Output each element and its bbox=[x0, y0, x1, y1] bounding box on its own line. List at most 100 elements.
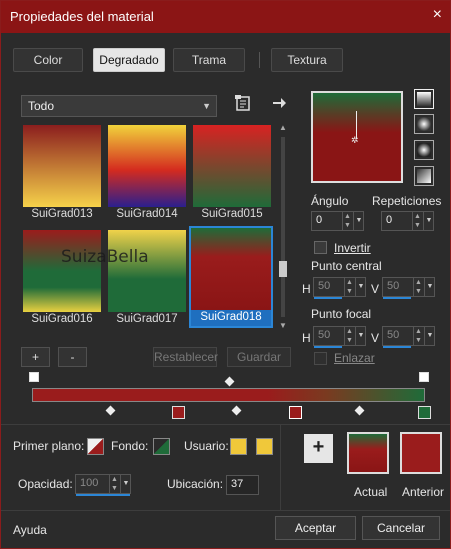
invert-label: Invertir bbox=[334, 241, 371, 255]
gradient-name: SuiGrad014 bbox=[116, 208, 178, 220]
transparency-midpoint-handle[interactable] bbox=[224, 376, 235, 387]
divider bbox=[280, 425, 281, 510]
gradient-swatch bbox=[108, 230, 186, 312]
angle-spinner[interactable]: 0 ▲ ▼ ▼ bbox=[311, 211, 364, 231]
add-gradient-button[interactable]: + bbox=[21, 347, 50, 367]
close-icon[interactable]: × bbox=[433, 6, 442, 24]
chevron-down-icon[interactable]: ▼ bbox=[424, 278, 435, 296]
repeats-spinner[interactable]: 0 ▲ ▼ ▼ bbox=[381, 211, 434, 231]
center-h-stepper-icon[interactable]: ▲ ▼ bbox=[344, 278, 354, 296]
color-stop-red[interactable] bbox=[172, 406, 185, 419]
gradient-name: SuiGrad018 bbox=[200, 311, 262, 323]
ok-button[interactable]: Aceptar bbox=[275, 516, 356, 540]
color-stop-red-2[interactable] bbox=[289, 406, 302, 419]
sunburst-style-button[interactable] bbox=[414, 166, 434, 186]
gradient-name: SuiGrad013 bbox=[31, 208, 93, 220]
arrow-right-icon[interactable] bbox=[271, 95, 287, 114]
center-v-label: V bbox=[371, 282, 380, 296]
transparency-stop-end[interactable] bbox=[419, 372, 429, 382]
foreground-swatch[interactable] bbox=[87, 438, 104, 455]
scroll-track[interactable] bbox=[281, 137, 285, 317]
chevron-down-icon[interactable]: ▼ bbox=[424, 327, 435, 345]
focal-h-label: H bbox=[302, 331, 311, 345]
gradient-category-select[interactable]: Todo ▼ bbox=[21, 95, 217, 117]
center-h-label: H bbox=[302, 282, 311, 296]
divider bbox=[1, 510, 450, 511]
current-label: Actual bbox=[354, 485, 388, 499]
gradient-item-suigrad015[interactable]: SuiGrad015 bbox=[191, 123, 273, 225]
opacity-spinner[interactable]: 100 ▲ ▼ ▼ bbox=[75, 474, 131, 496]
gradient-file-icon[interactable] bbox=[235, 95, 251, 114]
center-v-spinner[interactable]: 50 ▲ ▼ ▼ bbox=[382, 277, 435, 299]
chevron-down-icon[interactable]: ▼ bbox=[353, 212, 364, 230]
gradient-preview[interactable]: ✲ bbox=[311, 91, 403, 183]
location-label: Ubicación: bbox=[167, 477, 224, 491]
center-h-spinner[interactable]: 50 ▲ ▼ ▼ bbox=[313, 277, 366, 299]
chevron-down-icon[interactable]: ▼ bbox=[355, 327, 366, 345]
linear-style-button[interactable] bbox=[414, 89, 434, 109]
focal-v-label: V bbox=[371, 331, 380, 345]
tab-pattern[interactable]: Trama bbox=[173, 48, 245, 72]
gradient-item-suigrad014[interactable]: SuiGrad014 bbox=[106, 123, 188, 225]
center-v-stepper-icon[interactable]: ▲ ▼ bbox=[413, 278, 423, 296]
cancel-button[interactable]: Cancelar bbox=[362, 516, 440, 540]
location-field[interactable]: 37 bbox=[226, 475, 259, 495]
focal-v-spinner[interactable]: 50 ▲ ▼ ▼ bbox=[382, 326, 435, 348]
angle-value: 0 bbox=[316, 214, 323, 226]
link-checkbox[interactable] bbox=[314, 352, 327, 365]
gradient-list-scrollbar[interactable]: ▲ ▼ bbox=[277, 123, 289, 333]
angle-label: Ángulo bbox=[311, 194, 349, 208]
watermark-text: SuizaBella bbox=[61, 247, 149, 267]
chevron-down-icon[interactable]: ▼ bbox=[355, 278, 366, 296]
add-to-swatches-button[interactable]: + bbox=[304, 434, 333, 463]
repeats-stepper-icon[interactable]: ▲ ▼ bbox=[412, 212, 422, 230]
background-swatch[interactable] bbox=[153, 438, 170, 455]
focal-h-spinner[interactable]: 50 ▲ ▼ ▼ bbox=[313, 326, 366, 348]
tab-gradient[interactable]: Degradado bbox=[93, 48, 165, 72]
focal-v-stepper-icon[interactable]: ▲ ▼ bbox=[413, 327, 423, 345]
chevron-down-icon[interactable]: ▼ bbox=[120, 475, 131, 493]
previous-material-swatch[interactable] bbox=[400, 432, 442, 474]
tab-color[interactable]: Color bbox=[13, 48, 83, 72]
gradient-item-suigrad017[interactable]: SuiGrad017 bbox=[106, 228, 188, 330]
focal-v-value: 50 bbox=[387, 329, 400, 341]
transparency-stop-start[interactable] bbox=[29, 372, 39, 382]
scroll-down-icon[interactable]: ▼ bbox=[279, 321, 287, 330]
user-color-swatch[interactable] bbox=[230, 438, 247, 455]
reset-button[interactable]: Restablecer bbox=[153, 347, 218, 367]
color-midpoint-handle-1[interactable] bbox=[105, 405, 116, 416]
gradient-swatch bbox=[191, 228, 271, 310]
scroll-up-icon[interactable]: ▲ bbox=[279, 123, 287, 132]
category-select-value: Todo bbox=[28, 99, 55, 113]
gradient-swatch bbox=[193, 125, 271, 207]
window-title: Propiedades del material bbox=[10, 9, 154, 24]
gradient-item-suigrad018[interactable]: SuiGrad018 bbox=[189, 226, 273, 328]
center-v-level bbox=[383, 297, 411, 299]
invert-checkbox[interactable] bbox=[314, 241, 327, 254]
gradient-item-suigrad016[interactable]: SuiGrad016 bbox=[21, 228, 103, 330]
angle-stepper-icon[interactable]: ▲ ▼ bbox=[342, 212, 352, 230]
user-color-swatch-2[interactable] bbox=[256, 438, 273, 455]
center-h-value: 50 bbox=[318, 280, 331, 292]
rectangular-style-button[interactable] bbox=[414, 114, 434, 134]
gradient-ramp[interactable] bbox=[32, 388, 425, 402]
opacity-stepper-icon[interactable]: ▲ ▼ bbox=[109, 475, 119, 493]
radial-style-button[interactable] bbox=[414, 140, 434, 160]
tab-texture[interactable]: Textura bbox=[271, 48, 343, 72]
color-midpoint-handle-3[interactable] bbox=[354, 405, 365, 416]
chevron-down-icon[interactable]: ▼ bbox=[423, 212, 434, 230]
link-label: Enlazar bbox=[334, 351, 375, 365]
help-link[interactable]: Ayuda bbox=[13, 523, 47, 537]
remove-gradient-button[interactable]: - bbox=[58, 347, 87, 367]
scroll-thumb[interactable] bbox=[279, 261, 287, 277]
title-bar: Propiedades del material × bbox=[1, 1, 450, 33]
opacity-label: Opacidad: bbox=[18, 477, 73, 491]
gradient-item-suigrad013[interactable]: SuiGrad013 bbox=[21, 123, 103, 225]
center-point-icon: ✲ bbox=[351, 135, 359, 145]
foreground-label: Primer plano: bbox=[13, 439, 85, 453]
color-midpoint-handle-2[interactable] bbox=[231, 405, 242, 416]
focal-h-stepper-icon[interactable]: ▲ ▼ bbox=[344, 327, 354, 345]
focal-h-level bbox=[314, 346, 342, 348]
save-gradient-button[interactable]: Guardar bbox=[227, 347, 291, 367]
color-stop-green[interactable] bbox=[418, 406, 431, 419]
